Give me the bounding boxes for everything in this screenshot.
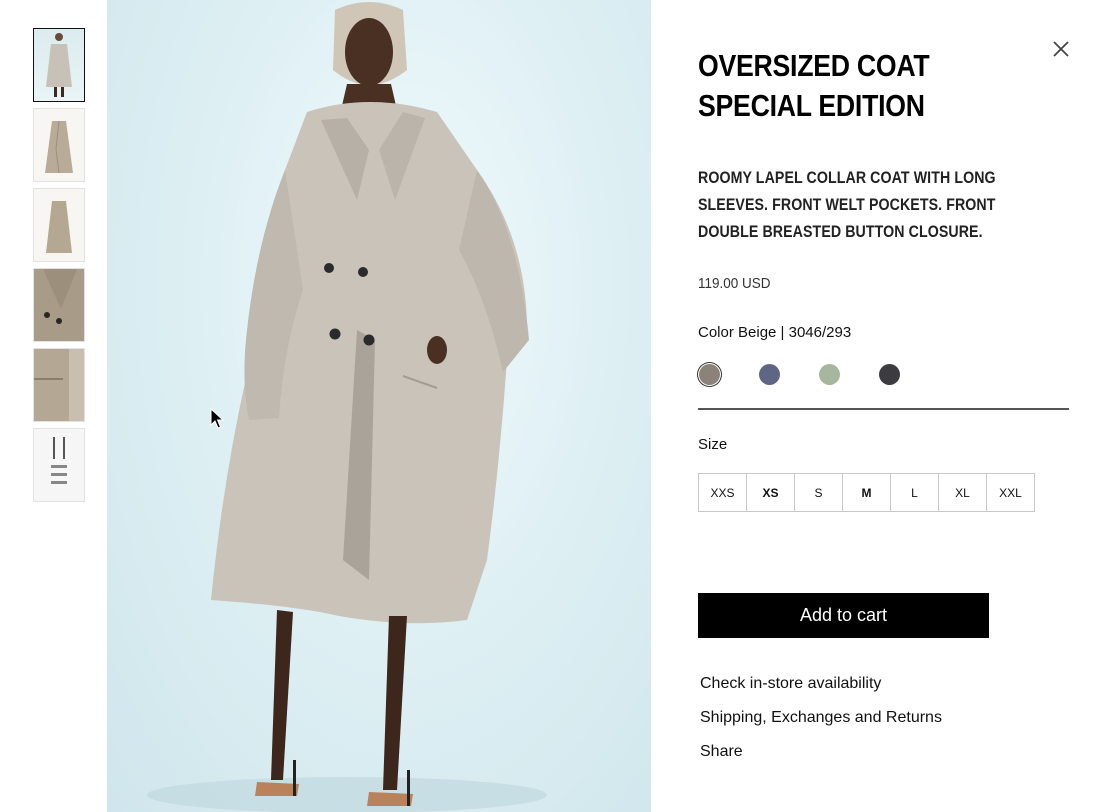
product-title: OVERSIZED COAT SPECIAL EDITION — [698, 48, 930, 123]
size-option-l[interactable]: L — [890, 473, 939, 512]
color-label: Color Beige | 3046/293 — [698, 324, 852, 341]
thumbnail-3[interactable] — [33, 188, 85, 262]
shipping-returns-link[interactable]: Shipping, Exchanges and Returns — [700, 709, 942, 727]
thumbnail-coat-front — [45, 120, 73, 174]
divider — [698, 408, 1069, 410]
size-option-s[interactable]: S — [794, 473, 843, 512]
close-icon — [1053, 41, 1069, 57]
thumbnail-coat-back — [46, 201, 72, 253]
product-price: 119.00 USD — [698, 275, 771, 292]
thumbnail-model-front — [46, 33, 72, 97]
size-option-xxl[interactable]: XXL — [986, 473, 1035, 512]
mouse-cursor-icon — [210, 408, 224, 429]
size-option-xs[interactable]: XS — [746, 473, 795, 512]
color-swatch-sage[interactable] — [819, 364, 840, 385]
thumbnail-pocket-detail — [34, 349, 84, 421]
thumbnail-collar-detail — [34, 269, 84, 341]
color-swatch-blue[interactable] — [759, 364, 780, 385]
check-availability-link[interactable]: Check in-store availability — [700, 675, 881, 693]
thumbnail-1[interactable] — [33, 28, 85, 102]
size-option-xl[interactable]: XL — [938, 473, 987, 512]
product-description: ROOMY LAPEL COLLAR COAT WITH LONG SLEEVE… — [698, 169, 996, 241]
thumbnail-5[interactable] — [33, 348, 85, 422]
main-product-image[interactable] — [107, 0, 651, 812]
size-option-xxs[interactable]: XXS — [698, 473, 747, 512]
size-label: Size — [698, 436, 728, 453]
thumbnail-list — [33, 28, 85, 508]
add-to-cart-button[interactable]: Add to cart — [698, 593, 989, 638]
thumbnail-6[interactable] — [33, 428, 85, 502]
thumbnail-4[interactable] — [33, 268, 85, 342]
share-link[interactable]: Share — [700, 743, 743, 761]
size-option-m[interactable]: M — [842, 473, 891, 512]
thumbnail-label-detail — [51, 437, 67, 484]
color-swatch-charcoal[interactable] — [879, 364, 900, 385]
model-wearing-coat-illustration — [147, 2, 547, 812]
color-swatch-beige[interactable] — [699, 364, 720, 385]
close-button[interactable] — [1050, 38, 1072, 60]
thumbnail-2[interactable] — [33, 108, 85, 182]
size-selector: XXS XS S M L XL XXL — [698, 473, 1035, 512]
